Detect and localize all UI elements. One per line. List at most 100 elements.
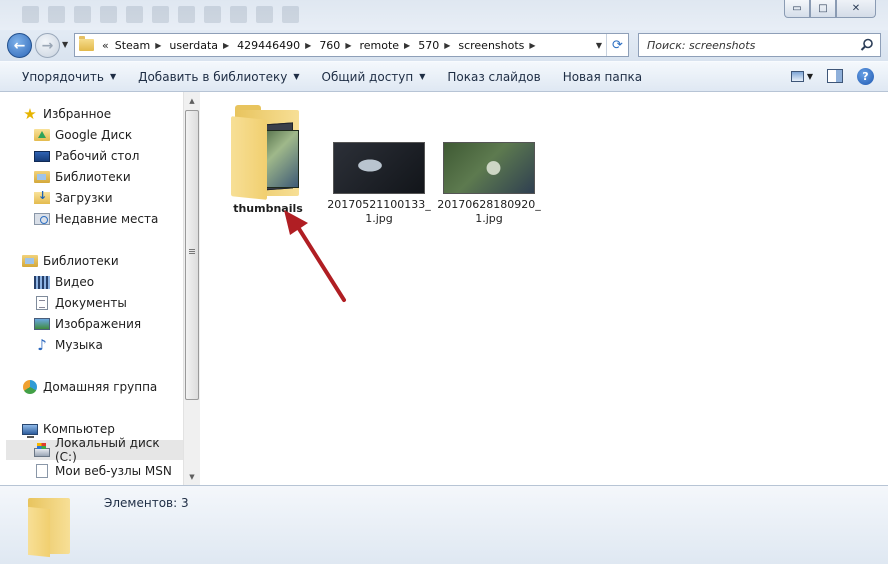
navigation-bar: ← → ▼ « Steam ▶ userdata ▶ 429446490 ▶ 760 ▶…	[0, 30, 888, 61]
search-icon[interactable]	[860, 38, 874, 52]
preview-pane-icon[interactable]	[827, 69, 843, 83]
image-thumbnail	[443, 142, 535, 194]
close-button[interactable]: ✕	[836, 0, 876, 18]
images-icon	[34, 318, 50, 330]
command-bar: Упорядочить ▼ Добавить в библиотеку ▼ Общи…	[0, 61, 888, 92]
file-name: thumbnails	[233, 202, 303, 215]
sidebar-item-label: Документы	[55, 296, 127, 310]
music-icon: ♪	[37, 336, 47, 354]
folder-icon	[28, 494, 70, 558]
refresh-icon[interactable]: ⟳	[606, 34, 628, 56]
breadcrumb-user-id[interactable]: 429446490	[237, 39, 300, 52]
libraries-icon	[22, 255, 38, 267]
back-button[interactable]: ←	[7, 33, 32, 58]
file-item-screenshot-2[interactable]: 20170628180920_ 1.jpg	[437, 120, 541, 226]
sidebar-item-local-disk-c[interactable]: Локальный диск (C:)	[6, 436, 183, 464]
sidebar-item-label: Избранное	[43, 107, 112, 121]
forward-arrow-icon: →	[41, 37, 54, 54]
documents-icon	[36, 296, 48, 310]
breadcrumb-remote[interactable]: remote	[359, 39, 399, 52]
forward-button[interactable]: →	[35, 33, 60, 58]
breadcrumb-570[interactable]: 570	[418, 39, 439, 52]
details-pane: Элементов: 3	[0, 485, 888, 564]
ghost-icon	[230, 6, 247, 23]
search-box[interactable]: Поиск: screenshots	[638, 33, 881, 57]
maximize-icon: □	[818, 3, 828, 14]
sidebar-item-label: Google Диск	[55, 128, 133, 142]
breadcrumb-arrow-icon[interactable]: ▶	[529, 41, 535, 50]
ghost-icon	[256, 6, 273, 23]
breadcrumb-760[interactable]: 760	[319, 39, 340, 52]
item-count: Элементов: 3	[104, 496, 189, 510]
file-item-thumbnails-folder[interactable]: thumbnails	[223, 100, 313, 216]
chevron-down-icon: ▼	[419, 72, 426, 81]
libraries-icon	[34, 171, 50, 183]
window-controls: ▭ □ ✕	[784, 0, 876, 18]
view-controls: ▼ ?	[791, 67, 874, 85]
recent-places-icon	[34, 213, 50, 225]
drive-icon	[34, 443, 50, 457]
sidebar-item-label: Домашняя группа	[43, 380, 158, 394]
new-folder-label: Новая папка	[562, 69, 643, 84]
scroll-down-icon[interactable]: ▼	[184, 468, 200, 485]
breadcrumb-screenshots[interactable]: screenshots	[458, 39, 524, 52]
star-icon: ★	[23, 105, 37, 123]
change-view-button[interactable]: ▼	[791, 67, 813, 85]
file-name-line: 20170521100133_	[327, 198, 431, 211]
breadcrumb-arrow-icon[interactable]: ▶	[444, 41, 450, 50]
ghost-icon	[204, 6, 221, 23]
address-bar[interactable]: « Steam ▶ userdata ▶ 429446490 ▶ 760 ▶ remot…	[74, 33, 629, 57]
share-label: Общий доступ	[321, 69, 414, 84]
grip-icon	[189, 249, 195, 255]
web-sites-icon	[36, 464, 48, 478]
help-icon[interactable]: ?	[857, 67, 874, 85]
slideshow-button[interactable]: Показ слайдов	[439, 62, 554, 91]
sidebar-item-label: Загрузки	[55, 191, 113, 205]
organize-label: Упорядочить	[22, 69, 104, 84]
breadcrumb-arrow-icon[interactable]: ▶	[404, 41, 410, 50]
sidebar-header-favorites[interactable]: ★ Избранное	[22, 104, 205, 124]
view-icon	[791, 70, 804, 82]
sidebar-item-homegroup[interactable]: Домашняя группа	[22, 377, 205, 397]
breadcrumb-steam[interactable]: Steam	[115, 39, 151, 52]
breadcrumb-arrow-icon[interactable]: ▶	[305, 41, 311, 50]
file-name-line: 1.jpg	[365, 212, 393, 225]
organize-button[interactable]: Упорядочить ▼	[0, 62, 130, 91]
share-button[interactable]: Общий доступ ▼	[314, 62, 440, 91]
sidebar-item-label: Музыка	[55, 338, 103, 352]
new-folder-button[interactable]: Новая папка	[555, 62, 656, 91]
sidebar-item-label: Изображения	[55, 317, 142, 331]
ghost-icon	[126, 6, 143, 23]
chevron-down-icon: ▼	[109, 72, 117, 81]
computer-icon	[22, 423, 38, 438]
breadcrumb-arrow-icon[interactable]: ▶	[155, 41, 161, 50]
video-icon	[34, 275, 50, 289]
breadcrumb-userdata[interactable]: userdata	[169, 39, 218, 52]
search-input[interactable]: Поиск: screenshots	[647, 39, 755, 52]
navigation-pane-scrollbar[interactable]: ▲ ▼	[183, 92, 200, 485]
add-to-library-button[interactable]: Добавить в библиотеку ▼	[130, 62, 313, 91]
maximize-button[interactable]: □	[810, 0, 836, 18]
minimize-button[interactable]: ▭	[784, 0, 810, 18]
sidebar-header-libraries[interactable]: Библиотеки	[22, 251, 205, 271]
chevron-down-icon: ▼	[806, 71, 813, 81]
sidebar-item-label: Видео	[55, 275, 95, 289]
ghost-icon	[22, 6, 39, 23]
ghost-icon	[178, 6, 195, 23]
address-history-dropdown-icon[interactable]: ▼	[596, 41, 602, 50]
title-bar: ▭ □ ✕	[0, 0, 888, 30]
scroll-thumb[interactable]	[185, 110, 199, 400]
breadcrumb-arrow-icon[interactable]: ▶	[223, 41, 229, 50]
downloads-icon	[34, 189, 50, 204]
breadcrumb-arrow-icon[interactable]: ▶	[345, 41, 351, 50]
sidebar-item-label: Библиотеки	[55, 170, 131, 184]
file-name-line: 20170628180920_	[437, 198, 541, 211]
homegroup-icon	[23, 380, 37, 394]
folder-icon	[79, 36, 94, 51]
folder-icon	[229, 100, 307, 200]
google-drive-icon	[34, 129, 50, 141]
breadcrumb-overflow[interactable]: «	[102, 39, 109, 52]
file-item-screenshot-1[interactable]: 20170521100133_ 1.jpg	[327, 120, 431, 226]
recent-pages-dropdown-icon[interactable]: ▼	[62, 40, 68, 49]
scroll-up-icon[interactable]: ▲	[184, 92, 200, 109]
